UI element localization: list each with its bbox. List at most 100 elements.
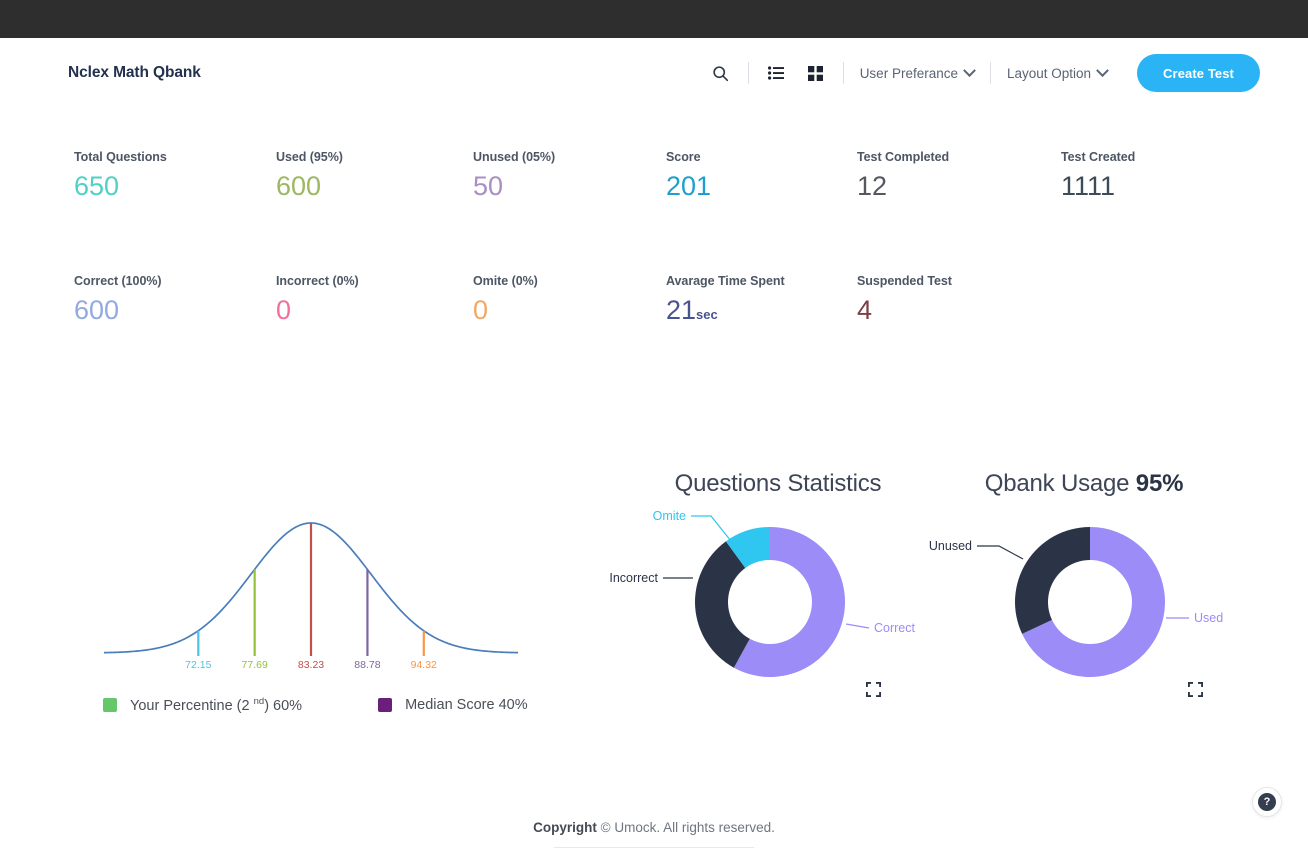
stat-value: 650 xyxy=(74,173,167,200)
layout-option-label: Layout Option xyxy=(1006,65,1092,81)
bell-curve-tick-label: 88.78 xyxy=(354,659,380,671)
stat-value: 0 xyxy=(473,297,538,324)
stat-label: Avarage Time Spent xyxy=(666,274,785,288)
stat-number: 201 xyxy=(666,171,712,201)
legend-swatch xyxy=(103,697,117,712)
stat-label: Omite (0%) xyxy=(473,274,538,288)
stat-card: Suspended Test 4 xyxy=(857,274,952,324)
stat-number: 600 xyxy=(276,171,322,201)
questions-statistics-expand-button[interactable] xyxy=(865,681,882,702)
dashboard-page: Nclex Math Qbank User Preferance Layout … xyxy=(0,0,1308,858)
questions-statistics-donut-body: Correct Incorrect Omite xyxy=(609,509,916,715)
qbank-usage-donut-svg: Used Unused xyxy=(929,527,1223,677)
top-dark-bar xyxy=(0,0,1308,38)
bell-curve-legend: Your Percentine (2 nd) 60% Median Score 4… xyxy=(103,696,555,714)
footer-divider xyxy=(554,847,754,848)
create-test-button[interactable]: Create Test xyxy=(1137,54,1260,92)
charts-section: 72.15 77.69 83.23 88.78 94.32 Your Percentin… xyxy=(0,440,1308,790)
stat-card: Test Completed 12 xyxy=(857,150,949,200)
qbank-usage-donut-body: Used Unused xyxy=(929,520,1223,715)
app-header: Nclex Math Qbank User Preferance Layout … xyxy=(0,38,1308,108)
stat-label: Total Questions xyxy=(74,150,167,164)
header-actions: User Preferance Layout Option Create Tes… xyxy=(706,54,1260,92)
stat-value: 50 xyxy=(473,173,555,200)
qbank-usage-title: Qbank Usage 95% xyxy=(975,470,1193,498)
stat-number: 650 xyxy=(74,171,120,201)
chevron-down-icon xyxy=(963,63,976,77)
legend-item: Median Score 40% xyxy=(378,696,528,714)
stat-number: 0 xyxy=(276,295,292,325)
user-preference-label: User Preferance xyxy=(859,65,958,81)
question-mark-icon: ? xyxy=(1258,793,1276,811)
bell-curve-svg: 72.15 77.69 83.23 88.78 94.32 xyxy=(103,522,519,671)
stat-number: 12 xyxy=(857,171,888,201)
stat-card: Omite (0%) 0 xyxy=(473,274,538,324)
stat-card: Incorrect (0%) 0 xyxy=(276,274,359,324)
stat-label: Score xyxy=(666,150,701,164)
stat-card: Avarage Time Spent 21sec xyxy=(666,274,785,324)
list-view-icon xyxy=(767,66,784,80)
bell-curve-tick-label: 77.69 xyxy=(242,659,268,671)
stat-number: 1111 xyxy=(1061,171,1116,201)
search-icon xyxy=(713,65,729,81)
header-divider-3 xyxy=(989,62,991,84)
header-divider-1 xyxy=(747,62,749,84)
layout-option-dropdown[interactable]: Layout Option xyxy=(1003,63,1111,81)
stat-value: 1111 xyxy=(1061,173,1135,200)
stats-row-secondary: Correct (100%) 600 Incorrect (0%) 0 Omite (0… xyxy=(0,274,1308,398)
donut-leader-line xyxy=(845,623,870,629)
grid-view-button[interactable] xyxy=(801,58,831,88)
stats-row-primary: Total Questions 650 Used (95%) 600 Unused (0… xyxy=(0,150,1308,274)
bell-curve-tick-label: 94.32 xyxy=(411,659,437,671)
app-title: Nclex Math Qbank xyxy=(68,64,201,81)
stat-label: Test Completed xyxy=(857,150,950,164)
stat-value: 21sec xyxy=(666,297,785,324)
stat-number: 4 xyxy=(857,295,873,325)
stat-card: Used (95%) 600 xyxy=(276,150,343,200)
stat-label: Incorrect (0%) xyxy=(276,274,359,288)
search-button[interactable] xyxy=(706,58,736,88)
footer: Copyright © Umock. All rights reserved. xyxy=(0,820,1308,848)
stat-value: 201 xyxy=(666,173,711,200)
stat-value: 4 xyxy=(857,297,952,324)
stat-label: Suspended Test xyxy=(857,274,952,288)
copyright-text: Copyright © Umock. All rights reserved. xyxy=(0,820,1308,835)
stat-value: 600 xyxy=(74,297,162,324)
stat-label: Used (95%) xyxy=(276,150,343,164)
stat-number: 600 xyxy=(74,295,120,325)
donut-leader-line xyxy=(977,545,1024,560)
questions-statistics-panel: Questions Statistics Correct Incorrect Omi… xyxy=(609,470,916,715)
stat-number: 0 xyxy=(473,295,489,325)
legend-swatch xyxy=(378,697,393,712)
stat-number: 50 xyxy=(473,171,504,201)
grid-view-icon xyxy=(808,65,824,81)
legend-label: Your Percentine (2 nd) 60% xyxy=(130,696,303,714)
donut-slice[interactable] xyxy=(1015,527,1090,634)
list-view-button[interactable] xyxy=(761,58,791,88)
fullscreen-icon xyxy=(865,681,882,698)
donut-slice-label: Correct xyxy=(874,621,916,635)
questions-statistics-title: Questions Statistics xyxy=(662,470,894,498)
donut-slice-label: Used xyxy=(1194,611,1223,625)
stat-card: Total Questions 650 xyxy=(74,150,167,200)
stat-label: Test Created xyxy=(1061,150,1136,164)
header-divider-2 xyxy=(842,62,844,84)
qbank-usage-panel: Qbank Usage 95% Used Unused xyxy=(929,470,1223,715)
view-toggle-group xyxy=(761,58,831,88)
user-preference-dropdown[interactable]: User Preferance xyxy=(856,63,978,81)
legend-label: Median Score 40% xyxy=(405,696,528,713)
help-button[interactable]: ? xyxy=(1252,787,1282,817)
stat-card: Correct (100%) 600 xyxy=(74,274,162,324)
chevron-down-icon xyxy=(1096,63,1109,77)
stat-value: 12 xyxy=(857,173,949,200)
stat-label: Correct (100%) xyxy=(74,274,162,288)
stat-value: 0 xyxy=(276,297,359,324)
bell-curve-tick-label: 72.15 xyxy=(185,659,211,671)
donut-leader-line xyxy=(691,515,732,542)
questions-statistics-donut-svg: Correct Incorrect Omite xyxy=(609,509,916,677)
legend-ordinal-suffix: nd xyxy=(253,696,265,707)
qbank-usage-expand-button[interactable] xyxy=(1187,681,1204,702)
questions-statistics-title-text: Questions Statistics xyxy=(674,470,882,497)
fullscreen-icon xyxy=(1187,681,1204,698)
donut-slice-label: Omite xyxy=(653,509,686,523)
